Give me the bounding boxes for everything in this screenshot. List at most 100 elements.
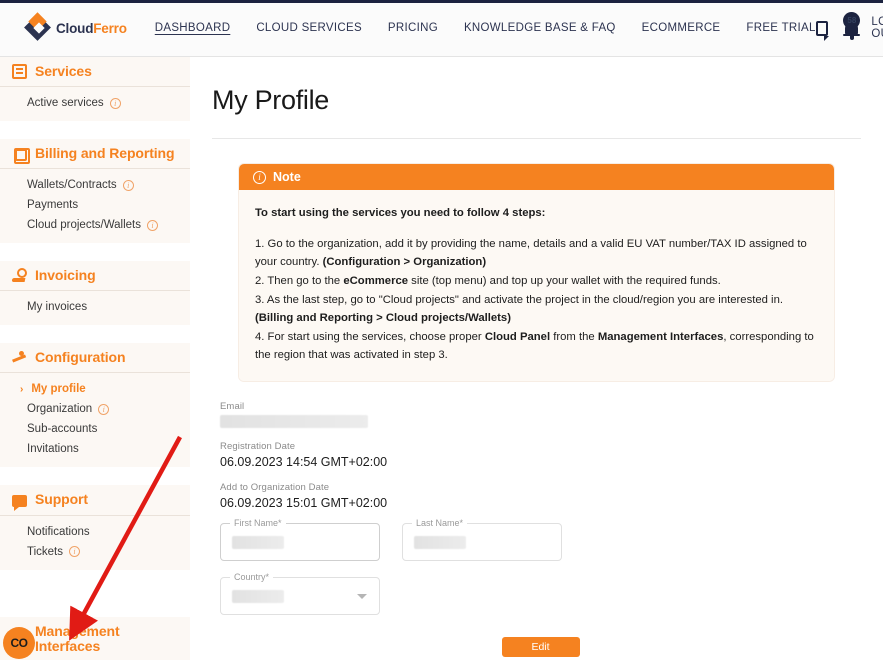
required-mark: * — [278, 518, 282, 528]
note-step-3-emphasis: (Billing and Reporting > Cloud projects/… — [255, 312, 511, 325]
sidebar-group-header-services[interactable]: Services — [0, 57, 190, 88]
nav-free-trial[interactable]: FREE TRIAL — [746, 22, 815, 34]
registration-date-value: 06.09.2023 14:54 GMT+02:00 — [220, 455, 388, 469]
name-inputs-row: First Name* Last Name* — [220, 518, 861, 561]
sidebar-group-header-billing[interactable]: Billing and Reporting — [0, 139, 190, 170]
first-name-value-redacted — [232, 536, 284, 549]
sidebar-group-items: › My profile Organization i Sub-accounts… — [0, 373, 190, 467]
sidebar-item-cloud-projects-wallets[interactable]: Cloud projects/Wallets i — [0, 215, 190, 235]
note-step-1: 1. Go to the organization, add it by pro… — [255, 235, 818, 272]
edit-button[interactable]: Edit — [501, 637, 580, 657]
sidebar-item-label: Cloud projects/Wallets — [27, 219, 141, 232]
brand-name-part1: Cloud — [56, 20, 94, 36]
main-content: My Profile i Note To start using the ser… — [190, 57, 883, 660]
chat-bubble-icon[interactable] — [815, 20, 829, 41]
note-step-2-emphasis: eCommerce — [343, 274, 409, 287]
info-circle-icon: i — [253, 170, 266, 184]
sidebar-group-label: Invoicing — [35, 267, 96, 284]
sidebar-group-header-configuration[interactable]: Configuration — [0, 343, 190, 374]
note-step-4-text-a: 4. For start using the services, choose … — [255, 330, 485, 343]
note-card-title: Note — [273, 170, 301, 184]
info-icon[interactable]: i — [69, 546, 80, 558]
sidebar-item-label: Invitations — [27, 443, 79, 456]
sidebar-group-items: Wallets/Contracts i Payments Cloud proje… — [0, 169, 190, 243]
sidebar-group-configuration: Configuration › My profile Organization … — [0, 343, 190, 468]
sidebar-group-label: Billing and Reporting — [35, 145, 175, 162]
last-name-label: Last Name* — [412, 518, 468, 528]
sidebar-item-sub-accounts[interactable]: Sub-accounts — [0, 419, 190, 439]
top-navigation-bar: CloudFerro DASHBOARD CLOUD SERVICES PRIC… — [0, 0, 883, 57]
nav-cloud-services[interactable]: CLOUD SERVICES — [256, 22, 362, 34]
last-name-value-redacted — [414, 536, 466, 549]
sidebar-item-label: Tickets — [27, 545, 63, 558]
first-name-input[interactable]: First Name* — [220, 518, 380, 561]
sidebar-item-active-services[interactable]: Active services i — [0, 93, 190, 113]
sidebar-item-label: Sub-accounts — [27, 423, 98, 436]
sidebar-item-my-profile[interactable]: › My profile — [0, 379, 190, 399]
email-value-redacted — [220, 415, 368, 428]
sidebar-group-label: Services — [35, 63, 92, 79]
documents-stack-icon — [14, 148, 30, 165]
sidebar-item-notifications[interactable]: Notifications — [0, 522, 190, 542]
sidebar-item-tickets[interactable]: Tickets i — [0, 542, 190, 562]
sidebar-item-my-invoices[interactable]: My invoices — [0, 297, 190, 317]
sidebar-item-invitations[interactable]: Invitations — [0, 439, 190, 459]
info-icon[interactable]: i — [122, 179, 134, 191]
sidebar-item-label: My invoices — [27, 301, 88, 314]
cloudferro-logo-icon — [24, 12, 51, 41]
country-input-row: Country* — [220, 572, 861, 615]
nav-knowledge-base-faq[interactable]: KNOWLEDGE BASE & FAQ — [464, 22, 616, 34]
note-step-2: 2. Then go to the eCommerce site (top me… — [255, 272, 818, 291]
note-step-4-emphasis-a: Cloud Panel — [484, 330, 551, 343]
note-step-3: 3. As the last step, go to "Cloud projec… — [255, 291, 818, 328]
profile-form: Email Registration Date 06.09.2023 14:54… — [220, 401, 861, 657]
note-card: i Note To start using the services you n… — [239, 164, 834, 381]
note-card-body: To start using the services you need to … — [239, 190, 834, 381]
nav-dashboard[interactable]: DASHBOARD — [155, 22, 231, 34]
sidebar-group-header-support[interactable]: Support — [0, 485, 190, 516]
top-bar-actions: 58 LOG OUT EN — [815, 12, 883, 41]
note-step-1-emphasis: (Configuration > Organization) — [322, 256, 487, 269]
info-icon[interactable]: i — [146, 219, 158, 231]
sidebar-group-items: Active services i — [0, 87, 190, 121]
registration-date-block: Registration Date 06.09.2023 14:54 GMT+0… — [220, 441, 861, 469]
sidebar-group-invoicing: Invoicing My invoices — [0, 261, 190, 326]
chevron-down-icon[interactable] — [357, 594, 367, 599]
sidebar-group-services: Services Active services i — [0, 57, 190, 122]
sidebar-item-label: Wallets/Contracts — [27, 179, 117, 192]
country-select[interactable]: Country* — [220, 572, 380, 615]
email-label: Email — [220, 401, 245, 412]
chat-bubble-icon — [12, 494, 27, 511]
info-icon[interactable]: i — [98, 403, 110, 415]
nav-ecommerce[interactable]: ECOMMERCE — [642, 22, 721, 34]
sidebar-item-payments[interactable]: Payments — [0, 195, 190, 215]
info-icon[interactable]: i — [109, 97, 121, 109]
title-divider — [212, 138, 861, 139]
note-step-4-emphasis-b: Management Interfaces — [597, 330, 724, 343]
brand-logo[interactable]: CloudFerro — [24, 12, 127, 41]
user-avatar[interactable]: CO — [3, 627, 35, 659]
wrench-icon — [12, 350, 27, 365]
sidebar-group-items: Notifications Tickets i — [0, 516, 190, 570]
brand-name-part2: Ferro — [93, 20, 127, 36]
sidebar-item-wallets-contracts[interactable]: Wallets/Contracts i — [0, 175, 190, 195]
primary-nav: DASHBOARD CLOUD SERVICES PRICING KNOWLED… — [155, 22, 816, 34]
sidebar-item-organization[interactable]: Organization i — [0, 399, 190, 419]
last-name-input[interactable]: Last Name* — [402, 518, 562, 561]
sidebar-group-header-invoicing[interactable]: Invoicing — [0, 261, 190, 292]
required-mark: * — [265, 572, 270, 582]
notification-bell-button[interactable]: 58 — [842, 12, 861, 40]
sidebar-group-billing-and-reporting: Billing and Reporting Wallets/Contracts … — [0, 139, 190, 244]
sidebar-group-support: Support Notifications Tickets i — [0, 485, 190, 570]
sidebar-group-label: Support — [35, 491, 88, 508]
add-to-organization-date-label: Add to Organization Date — [220, 482, 330, 493]
sidebar-group-label: Management Interfaces — [35, 622, 120, 654]
sidebar-item-label: Organization — [27, 403, 93, 416]
note-card-header: i Note — [239, 164, 834, 190]
required-mark: * — [459, 518, 464, 528]
country-value-redacted — [232, 590, 284, 603]
page-title: My Profile — [212, 85, 330, 115]
nav-pricing[interactable]: PRICING — [388, 22, 438, 34]
logout-button[interactable]: LOG OUT — [871, 16, 883, 40]
brand-logo-text: CloudFerro — [56, 21, 127, 36]
